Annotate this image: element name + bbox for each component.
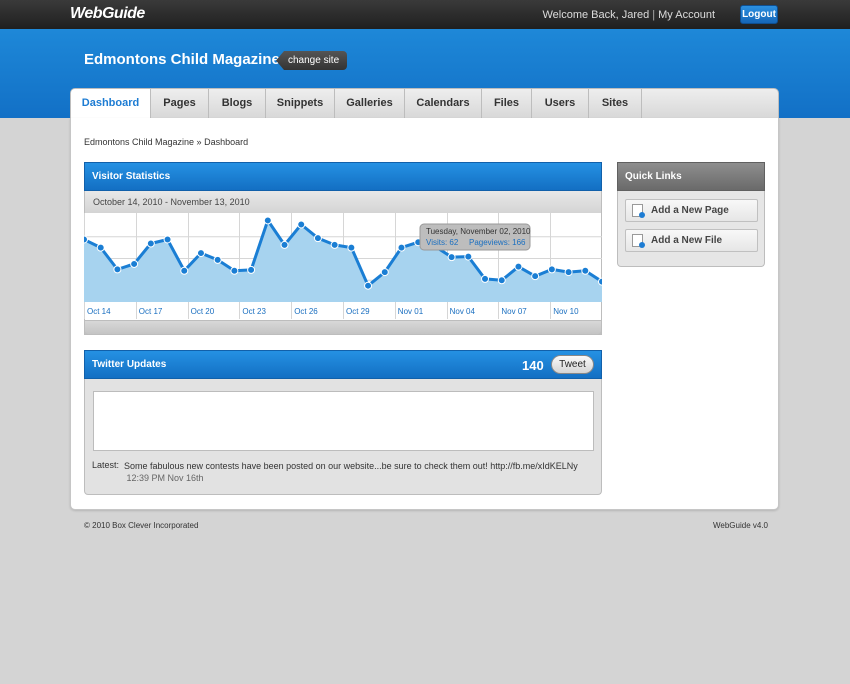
chart-tooltip-pageviews: Pageviews: 166 bbox=[469, 238, 526, 247]
add-new-page-label: Add a New Page bbox=[651, 205, 729, 216]
visitor-stats-footer bbox=[84, 320, 602, 335]
chart-point bbox=[180, 266, 189, 275]
visitor-stats-chart: Oct 14 Oct 17 Oct 20 Oct 23 Oct 26 Oct 29 Nov … bbox=[84, 213, 602, 319]
chart-x-tick-label: Oct 17 bbox=[139, 307, 163, 316]
chart-point bbox=[364, 281, 373, 290]
chart-point bbox=[598, 277, 602, 286]
chart-x-tick-label: Nov 07 bbox=[501, 307, 527, 316]
page-add-icon bbox=[632, 204, 645, 218]
chart-x-tick-label: Nov 04 bbox=[450, 307, 476, 316]
chart-point bbox=[464, 252, 473, 261]
chart-point bbox=[564, 268, 573, 277]
chart-point bbox=[146, 239, 155, 248]
chart-point bbox=[497, 276, 506, 285]
welcome-text: Welcome Back, Jared bbox=[542, 9, 650, 21]
chart-point bbox=[113, 265, 122, 274]
chart-x-tick-label: Oct 23 bbox=[242, 307, 266, 316]
chart-point bbox=[84, 235, 88, 244]
chart-point bbox=[330, 240, 339, 249]
add-new-file-link[interactable]: Add a New File bbox=[625, 229, 758, 252]
add-new-page-link[interactable]: Add a New Page bbox=[625, 199, 758, 222]
latest-tweet-time: 12:39 PM Nov 16th bbox=[126, 473, 204, 483]
chart-tooltip-date: Tuesday, November 02, 2010 bbox=[426, 227, 531, 236]
tab-dashboard[interactable]: Dashboard bbox=[71, 89, 151, 118]
chart-x-tick-label: Nov 10 bbox=[553, 307, 579, 316]
chart-point bbox=[514, 262, 523, 271]
chart-point bbox=[581, 266, 590, 275]
chart-point bbox=[531, 272, 540, 281]
site-title: Edmontons Child Magazine bbox=[84, 51, 280, 68]
chart-point bbox=[230, 266, 239, 275]
breadcrumb: Edmontons Child Magazine » Dashboard bbox=[84, 137, 249, 147]
tab-sites[interactable]: Sites bbox=[589, 89, 642, 118]
chart-point bbox=[196, 249, 205, 258]
chart-point bbox=[263, 216, 272, 225]
tab-galleries[interactable]: Galleries bbox=[335, 89, 405, 118]
tab-blogs[interactable]: Blogs bbox=[209, 89, 266, 118]
change-site-button[interactable]: change site bbox=[276, 51, 348, 70]
chart-x-tick-label: Oct 26 bbox=[294, 307, 318, 316]
tweet-textarea[interactable] bbox=[93, 391, 594, 451]
add-new-file-label: Add a New File bbox=[651, 235, 723, 246]
chart-point bbox=[163, 235, 172, 244]
chart-x-tick-label: Oct 20 bbox=[191, 307, 215, 316]
tab-calendars[interactable]: Calendars bbox=[405, 89, 482, 118]
twitter-char-count: 140 bbox=[522, 358, 544, 373]
chart-tooltip: Tuesday, November 02, 2010 Visits: 62 Pa… bbox=[419, 223, 531, 251]
tab-pages[interactable]: Pages bbox=[151, 89, 209, 118]
chart-point bbox=[213, 255, 222, 264]
tab-snippets[interactable]: Snippets bbox=[266, 89, 335, 118]
chart-point bbox=[247, 265, 256, 274]
chart-x-ticks: Oct 14 Oct 17 Oct 20 Oct 23 Oct 26 Oct 29 Nov … bbox=[87, 307, 579, 316]
chart-point bbox=[297, 220, 306, 229]
chart-point bbox=[313, 234, 322, 243]
visitor-stats-date-range: October 14, 2010 - November 13, 2010 bbox=[84, 191, 602, 213]
chart-point bbox=[447, 253, 456, 262]
chart-point bbox=[130, 259, 139, 268]
tab-users[interactable]: Users bbox=[532, 89, 589, 118]
top-bar: WebGuide Welcome Back, Jared | My Account … bbox=[0, 0, 850, 29]
my-account-link[interactable]: My Account bbox=[658, 9, 715, 21]
visitor-stats-header: Visitor Statistics bbox=[84, 162, 602, 191]
chart-point bbox=[347, 243, 356, 252]
tweet-button[interactable]: Tweet bbox=[551, 355, 594, 374]
quick-links-header: Quick Links bbox=[617, 162, 765, 191]
chart-x-tick-label: Oct 29 bbox=[346, 307, 370, 316]
file-add-icon bbox=[632, 234, 645, 248]
chart-point bbox=[96, 243, 105, 252]
latest-tweet-text: Some fabulous new contests have been pos… bbox=[124, 461, 578, 471]
latest-tweet: Some fabulous new contests have been pos… bbox=[124, 460, 594, 484]
chart-x-tick-label: Oct 14 bbox=[87, 307, 111, 316]
main-tabs: Dashboard Pages Blogs Snippets Galleries… bbox=[70, 88, 779, 118]
chart-x-tick-label: Nov 01 bbox=[398, 307, 424, 316]
chart-point bbox=[397, 243, 406, 252]
chart-point bbox=[481, 274, 490, 283]
footer-version: WebGuide v4.0 bbox=[713, 521, 768, 530]
chart-tooltip-visits: Visits: 62 bbox=[426, 238, 459, 247]
footer-copyright: © 2010 Box Clever Incorporated bbox=[84, 521, 199, 530]
app-logo[interactable]: WebGuide bbox=[70, 5, 145, 23]
chart-point bbox=[380, 268, 389, 277]
logout-button[interactable]: Logout bbox=[740, 5, 778, 24]
welcome-area: Welcome Back, Jared | My Account bbox=[542, 9, 715, 21]
chart-point bbox=[547, 265, 556, 274]
welcome-separator: | bbox=[652, 9, 656, 21]
tab-files[interactable]: Files bbox=[482, 89, 532, 118]
chart-point bbox=[280, 240, 289, 249]
latest-tweet-label: Latest: bbox=[92, 460, 120, 470]
